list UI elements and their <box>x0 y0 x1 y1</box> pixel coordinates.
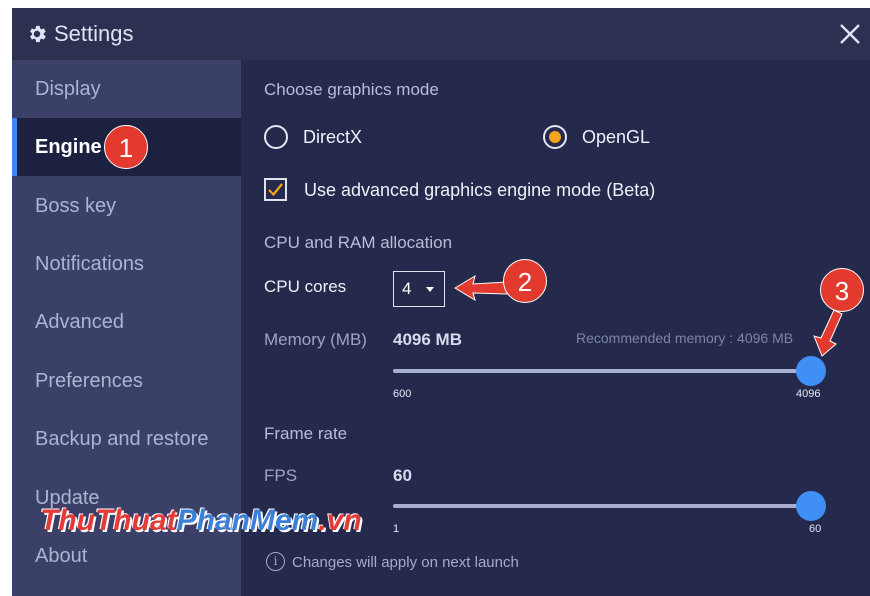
graphics-mode-heading: Choose graphics mode <box>264 80 439 99</box>
fps-max-label: 60 <box>809 523 822 533</box>
annotation-badge-3: 3 <box>820 268 864 312</box>
advanced-graphics-label: Use advanced graphics engine mode (Beta) <box>304 180 656 200</box>
memory-slider-track[interactable] <box>393 369 811 373</box>
annotation-badge-1: 1 <box>104 125 148 169</box>
sidebar-item-backup-and-restore[interactable]: Backup and restore <box>12 410 241 468</box>
directx-label: DirectX <box>303 127 363 147</box>
watermark-part-1: ThuThuat <box>40 504 177 537</box>
sidebar-item-label: Display <box>35 78 101 100</box>
advanced-graphics-checkbox[interactable] <box>264 178 287 201</box>
sidebar-item-label: Boss key <box>35 195 117 217</box>
fps-slider-track[interactable] <box>393 504 811 508</box>
cpu-cores-label: CPU cores <box>264 277 347 296</box>
directx-radio[interactable] <box>264 125 288 149</box>
fps-label: FPS <box>264 466 298 485</box>
fps-slider-thumb[interactable] <box>796 491 826 521</box>
cpu-cores-value: 4 <box>402 279 412 298</box>
fps-min-label: 1 <box>393 523 400 533</box>
restart-note: Changes will apply on next launch <box>292 554 519 571</box>
gear-icon <box>30 25 46 43</box>
sidebar-item-label: Advanced <box>35 311 124 333</box>
recommended-memory-text: Recommended memory : 4096 MB <box>576 330 794 346</box>
memory-value: 4096 MB <box>393 330 462 349</box>
frame-rate-heading: Frame rate <box>264 424 348 443</box>
fps-tick-labels: 1 60 <box>381 523 841 533</box>
sidebar-item-label: Engine <box>35 136 102 158</box>
annotation-arrow-3 <box>813 309 843 357</box>
checkmark-icon <box>268 183 283 197</box>
sidebar-item-notifications[interactable]: Notifications <box>12 235 241 293</box>
opengl-label: OpenGL <box>582 127 651 147</box>
memory-label: Memory (MB) <box>264 330 367 349</box>
watermark-part-2: PhanMem <box>176 504 319 537</box>
sidebar-item-display[interactable]: Display <box>12 60 241 118</box>
sidebar-item-preferences[interactable]: Preferences <box>12 352 241 410</box>
sidebar-item-advanced[interactable]: Advanced <box>12 293 241 351</box>
sidebar-item-boss-key[interactable]: Boss key <box>12 177 241 235</box>
memory-max-label: 4096 <box>796 388 821 400</box>
site-watermark: ThuThuatPhanMem.vn <box>40 504 362 538</box>
cpu-ram-heading: CPU and RAM allocation <box>264 233 453 252</box>
window-title: Settings <box>54 21 134 46</box>
memory-min-label: 600 <box>393 388 412 400</box>
opengl-radio[interactable] <box>543 125 567 149</box>
fps-value: 60 <box>393 466 412 485</box>
close-icon[interactable] <box>834 18 866 50</box>
sidebar-item-label: Backup and restore <box>35 428 209 450</box>
sidebar-item-label: Notifications <box>35 253 144 275</box>
sidebar-item-label: Preferences <box>35 370 143 392</box>
info-icon: i <box>266 552 285 571</box>
chevron-down-icon <box>426 287 434 292</box>
annotation-badge-2: 2 <box>503 259 547 303</box>
title-bar: Settings <box>12 8 870 60</box>
cpu-cores-select[interactable]: 4 <box>393 271 445 307</box>
memory-slider-thumb[interactable] <box>796 356 826 386</box>
sidebar-item-label: About <box>35 545 88 567</box>
watermark-part-3: .vn <box>318 504 362 537</box>
